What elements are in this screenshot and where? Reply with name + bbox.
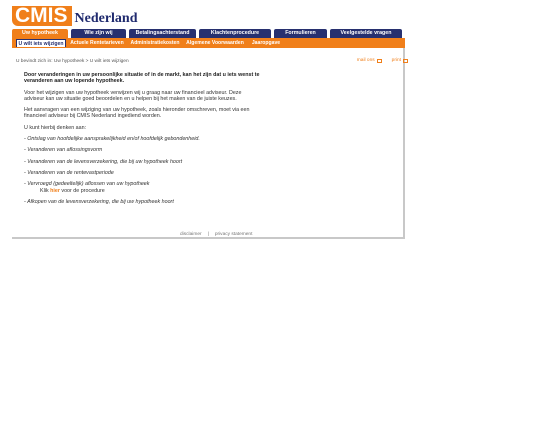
- procedure-link[interactable]: hier: [50, 188, 60, 194]
- list-item: - Veranderen van de levensverzekering, d…: [24, 158, 183, 165]
- paragraph-1: Voor het wijzigen van uw hypotheek verwi…: [24, 89, 242, 102]
- procedure-prefix: Klik: [40, 187, 51, 194]
- subtab-administratiekosten[interactable]: Administratiekosten: [128, 39, 182, 47]
- intro-text: Door veranderingen in uw persoonlijke si…: [24, 72, 260, 85]
- procedure-suffix: voor de procedure: [59, 187, 105, 194]
- subtab-algemene-voorwaarden[interactable]: Algemene Voorwaarden: [185, 39, 245, 47]
- sub-navigation: U wilt iets wijzigen Actuele Rentetariev…: [12, 38, 405, 48]
- main-text: Door veranderingen in uw persoonlijke si…: [24, 72, 260, 210]
- tab-formulieren[interactable]: Formulieren: [274, 29, 327, 38]
- list-item: - Afkopen van de levensverzekering, die …: [24, 198, 174, 205]
- cmis-logo[interactable]: CMIS Nederland: [12, 4, 138, 26]
- list-item: - Veranderen van de rentevastperiode: [24, 169, 114, 176]
- paragraph-2: Het aanvragen van een wijziging van uw h…: [24, 107, 250, 120]
- mail-icon: [376, 58, 382, 63]
- tab-uw-hypotheek[interactable]: Uw hypotheek: [12, 29, 68, 38]
- list-item: - Veranderen van aflossingsvorm: [24, 147, 103, 154]
- tab-veelgestelde-vragen[interactable]: Veelgestelde vragen: [330, 29, 402, 38]
- logo-mark: CMIS: [12, 5, 72, 26]
- procedure-line: Klik hier voor de procedure: [24, 188, 260, 194]
- paragraph-3: U kunt hierbij denken aan:: [24, 124, 87, 131]
- print-label: print: [391, 58, 401, 63]
- breadcrumb: U bevindt zich in: Uw hypotheek > U wilt…: [16, 59, 129, 64]
- footer: disclaimer | privacy statement: [180, 232, 252, 237]
- page-tools: mail ons print: [357, 58, 408, 63]
- tab-klachtenprocedure[interactable]: Klachtenprocedure: [199, 29, 271, 38]
- list-item: - Ontslag van hoofdelijke aansprakelijkh…: [24, 136, 200, 143]
- mail-label: mail ons: [356, 58, 375, 63]
- print-icon: [403, 58, 408, 63]
- tab-wie-zijn-wij[interactable]: Wie zijn wij: [71, 29, 126, 38]
- privacy-link[interactable]: privacy statement: [215, 232, 253, 237]
- top-navigation: Uw hypotheek Wie zijn wij Betalingsachte…: [12, 29, 402, 38]
- logo-name: Nederland: [74, 11, 138, 26]
- footer-separator: |: [207, 232, 209, 237]
- subtab-u-wilt-iets-wijzigen[interactable]: U wilt iets wijzigen: [16, 39, 66, 47]
- tab-betalingsachterstand[interactable]: Betalingsachterstand: [129, 29, 196, 38]
- mail-link[interactable]: mail ons: [357, 58, 382, 63]
- subtab-jaaropgave[interactable]: Jaaropgave: [248, 39, 284, 47]
- print-link[interactable]: print: [392, 58, 408, 63]
- disclaimer-link[interactable]: disclaimer: [180, 232, 202, 237]
- subtab-actuele-rentetarieven[interactable]: Actuele Rentetarieven: [69, 39, 125, 47]
